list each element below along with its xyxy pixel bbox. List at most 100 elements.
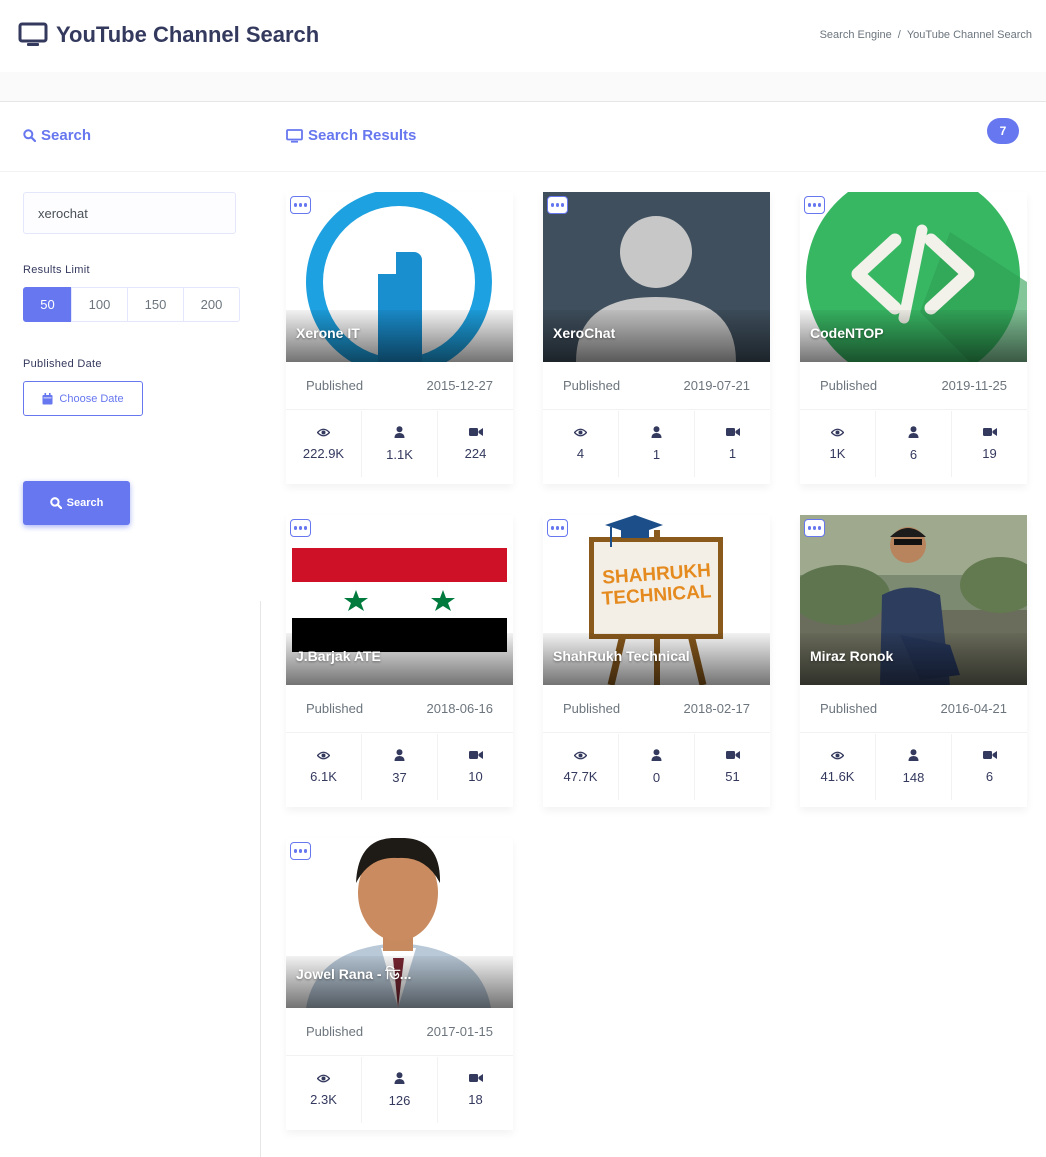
results-limit-label: Results Limit	[23, 264, 90, 276]
channel-name[interactable]: Jowel Rana - ডি...	[296, 963, 411, 987]
views-stat: 2.3K	[286, 1057, 362, 1123]
eye-icon	[317, 1074, 330, 1082]
user-icon	[651, 426, 662, 438]
video-camera-icon	[725, 751, 740, 759]
channel-thumbnail[interactable]: Xerone IT	[286, 192, 513, 362]
videos-count: 1	[728, 446, 737, 461]
views-stat: 41.6K	[800, 734, 876, 800]
channel-stats: 2.3K 126 18	[286, 1057, 513, 1123]
published-label: Published	[563, 701, 621, 716]
user-icon	[908, 749, 919, 761]
user-icon	[908, 426, 919, 438]
calendar-icon	[42, 392, 53, 404]
section-divider	[0, 171, 1046, 172]
channel-name[interactable]: XeroChat	[553, 325, 615, 341]
search-icon	[49, 497, 62, 509]
search-button[interactable]: Search	[23, 481, 130, 525]
views-stat: 47.7K	[543, 734, 619, 800]
breadcrumb-item-search-engine[interactable]: Search Engine	[820, 29, 892, 41]
subscribers-count: 1.1K	[386, 447, 413, 462]
channel-stats: 1K 6 19	[800, 411, 1027, 477]
search-heading-text: Search	[41, 127, 92, 144]
views-stat: 6.1K	[286, 734, 362, 800]
subscribers-stat: 126	[362, 1057, 438, 1123]
channel-card[interactable]: CodeNTOP Published 2019-11-25 1K 6 19	[800, 192, 1027, 484]
channel-card[interactable]: SHAHRUKH TECHNICAL ShahRukh Technical Pub…	[543, 515, 770, 807]
channel-thumbnail[interactable]: SHAHRUKH TECHNICAL ShahRukh Technical	[543, 515, 770, 685]
limit-option-100[interactable]: 100	[71, 287, 128, 322]
limit-option-150[interactable]: 150	[127, 287, 184, 322]
channel-card[interactable]: XeroChat Published 2019-07-21 4 1 1	[543, 192, 770, 484]
eye-icon	[317, 428, 330, 436]
breadcrumb: Search Engine / YouTube Channel Search	[820, 29, 1032, 41]
subscribers-stat: 37	[362, 734, 438, 800]
user-icon	[394, 1072, 405, 1084]
published-date-label: Published Date	[23, 358, 102, 370]
channel-thumbnail[interactable]: Jowel Rana - ডি...	[286, 838, 513, 1008]
channel-thumbnail[interactable]: CodeNTOP	[800, 192, 1027, 362]
choose-date-button[interactable]: Choose Date	[23, 381, 143, 416]
search-input[interactable]	[23, 192, 236, 234]
videos-stat: 19	[952, 411, 1027, 477]
more-options-icon[interactable]	[290, 842, 311, 860]
views-count: 41.6K	[820, 768, 855, 784]
videos-count: 6	[985, 769, 994, 784]
published-label: Published	[306, 378, 364, 393]
header-band	[0, 72, 1046, 102]
channel-stats: 47.7K 0 51	[543, 734, 770, 800]
videos-stat: 51	[695, 734, 770, 800]
search-button-label: Search	[66, 497, 104, 509]
videos-count: 10	[468, 769, 483, 784]
channel-card[interactable]: J.Barjak ATE Published 2018-06-16 6.1K 3…	[286, 515, 513, 807]
more-options-icon[interactable]	[290, 196, 311, 214]
eye-icon	[831, 428, 844, 436]
channel-card[interactable]: Xerone IT Published 2015-12-27 222.9K 1.…	[286, 192, 513, 484]
channel-card[interactable]: Miraz Ronok Published 2016-04-21 41.6K 1…	[800, 515, 1027, 807]
channel-name[interactable]: CodeNTOP	[810, 325, 884, 341]
limit-option-200[interactable]: 200	[183, 287, 240, 322]
published-row: Published 2019-07-21	[543, 362, 770, 410]
published-label: Published	[563, 378, 621, 393]
video-camera-icon	[468, 1074, 483, 1082]
channel-thumbnail[interactable]: XeroChat	[543, 192, 770, 362]
channel-name[interactable]: J.Barjak ATE	[296, 648, 381, 664]
videos-stat: 1	[695, 411, 770, 477]
published-row: Published 2018-06-16	[286, 685, 513, 733]
views-count: 2.3K	[310, 1091, 337, 1107]
channel-name[interactable]: ShahRukh Technical	[553, 648, 690, 664]
videos-stat: 224	[438, 411, 513, 477]
channel-card[interactable]: Jowel Rana - ডি... Published 2017-01-15 …	[286, 838, 513, 1130]
published-label: Published	[306, 701, 364, 716]
more-options-icon[interactable]	[547, 196, 568, 214]
views-count: 1K	[829, 445, 846, 461]
subscribers-stat: 0	[619, 734, 695, 800]
views-stat: 1K	[800, 411, 876, 477]
videos-count: 51	[725, 769, 740, 784]
limit-option-50[interactable]: 50	[23, 287, 72, 322]
more-options-icon[interactable]	[804, 196, 825, 214]
subscribers-stat: 1	[619, 411, 695, 477]
breadcrumb-item-current: YouTube Channel Search	[906, 29, 1032, 41]
search-icon	[23, 129, 36, 142]
videos-stat: 10	[438, 734, 513, 800]
channel-stats: 41.6K 148 6	[800, 734, 1027, 800]
channel-name[interactable]: Miraz Ronok	[810, 648, 893, 664]
views-count: 6.1K	[310, 768, 337, 784]
eye-icon	[574, 751, 587, 759]
more-options-icon[interactable]	[547, 519, 568, 537]
page-title-text: YouTube Channel Search	[56, 22, 320, 47]
channel-thumbnail[interactable]: Miraz Ronok	[800, 515, 1027, 685]
user-icon	[651, 749, 662, 761]
published-date: 2018-02-17	[683, 701, 751, 716]
subscribers-count: 0	[652, 770, 661, 785]
channel-thumbnail[interactable]: J.Barjak ATE	[286, 515, 513, 685]
more-options-icon[interactable]	[804, 519, 825, 537]
published-date: 2015-12-27	[426, 378, 494, 393]
monitor-icon	[18, 22, 48, 46]
channel-name[interactable]: Xerone IT	[296, 325, 360, 341]
subscribers-count: 126	[388, 1093, 411, 1108]
videos-stat: 18	[438, 1057, 513, 1123]
video-camera-icon	[982, 428, 997, 436]
more-options-icon[interactable]	[290, 519, 311, 537]
published-label: Published	[820, 378, 878, 393]
